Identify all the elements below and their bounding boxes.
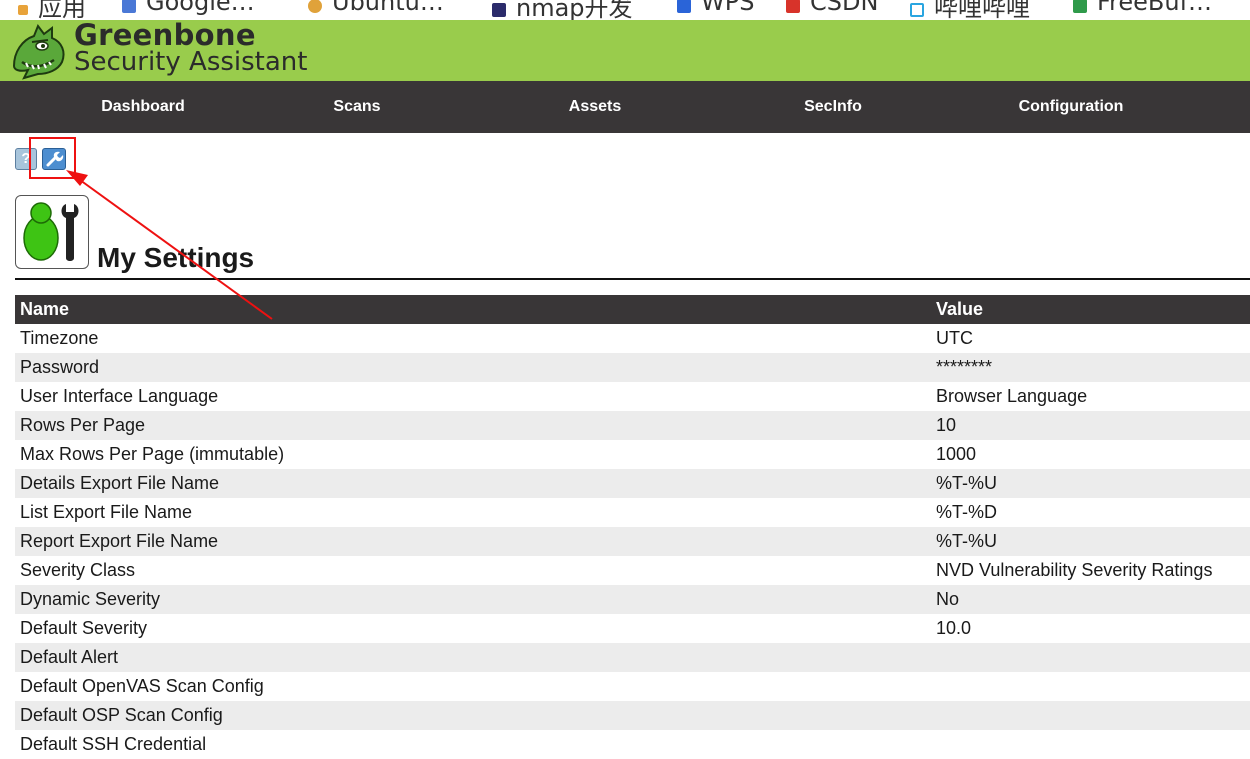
bookmark-freebuf[interactable]: FreeBuf… — [1073, 0, 1212, 16]
setting-value: ******** — [931, 353, 1250, 382]
setting-value: %T-%U — [931, 527, 1250, 556]
bookmark-label: Google… — [146, 0, 255, 16]
setting-value: No — [931, 585, 1250, 614]
table-row: List Export File Name %T-%D — [15, 498, 1250, 527]
table-row: Default OpenVAS Scan Config — [15, 672, 1250, 701]
setting-name: List Export File Name — [15, 498, 931, 527]
setting-value — [931, 701, 1250, 730]
setting-value — [931, 643, 1250, 672]
table-row: User Interface Language Browser Language — [15, 382, 1250, 411]
table-row: Password ******** — [15, 353, 1250, 382]
bookmark-google[interactable]: Google… — [122, 0, 255, 16]
setting-name: Dynamic Severity — [15, 585, 931, 614]
bilibili-icon — [910, 2, 924, 17]
bookmark-apps[interactable]: 应用 — [18, 0, 86, 20]
main-nav: Dashboard Scans Assets SecInfo Configura… — [0, 81, 1250, 133]
bookmark-label: FreeBuf… — [1097, 0, 1213, 16]
setting-value: %T-%U — [931, 469, 1250, 498]
setting-name: Default SSH Credential — [15, 730, 931, 759]
page-title: My Settings — [97, 242, 255, 273]
bookmarks-bar: 应用 Google… Ubuntu… nmap开发 WPS CSDN 哔哩哔哩 … — [0, 0, 1250, 20]
setting-name: Severity Class — [15, 556, 931, 585]
bookmark-label: nmap开发 — [516, 0, 633, 20]
table-row: Dynamic Severity No — [15, 585, 1250, 614]
setting-name: Rows Per Page — [15, 411, 931, 440]
bookmark-ubuntu[interactable]: Ubuntu… — [308, 0, 444, 16]
setting-value: 10 — [931, 411, 1250, 440]
table-row: Default Severity 10.0 — [15, 614, 1250, 643]
setting-name: Password — [15, 353, 931, 382]
nav-scans[interactable]: Scans — [333, 81, 380, 133]
csdn-icon — [786, 0, 800, 13]
setting-name: Default OpenVAS Scan Config — [15, 672, 931, 701]
table-row: Report Export File Name %T-%U — [15, 527, 1250, 556]
bookmark-label: CSDN — [810, 0, 879, 16]
my-settings-icon — [15, 195, 89, 269]
setting-value — [931, 672, 1250, 701]
annotation-highlight-box — [29, 137, 76, 179]
apps-grid-icon — [18, 4, 28, 15]
bookmark-label: 应用 — [38, 0, 86, 20]
setting-name: Default Alert — [15, 643, 931, 672]
table-row: Max Rows Per Page (immutable) 1000 — [15, 440, 1250, 469]
bookmark-bilibili[interactable]: 哔哩哔哩 — [910, 0, 1030, 20]
setting-value: NVD Vulnerability Severity Ratings — [931, 556, 1250, 585]
bookmark-label: 哔哩哔哩 — [934, 0, 1030, 20]
table-header-row: Name Value — [15, 295, 1250, 324]
app-header: Greenbone Security Assistant — [0, 18, 1250, 81]
column-header-name[interactable]: Name — [15, 295, 931, 324]
setting-name: Default Severity — [15, 614, 931, 643]
nmap-icon — [492, 2, 506, 17]
title-divider — [15, 278, 1250, 280]
column-header-value[interactable]: Value — [931, 295, 1250, 324]
setting-name: Report Export File Name — [15, 527, 931, 556]
table-row: Rows Per Page 10 — [15, 411, 1250, 440]
table-row: Default OSP Scan Config — [15, 701, 1250, 730]
ubuntu-icon — [308, 0, 322, 13]
setting-value: 1000 — [931, 440, 1250, 469]
setting-value: Browser Language — [931, 382, 1250, 411]
setting-value — [931, 730, 1250, 759]
bookmark-nmap[interactable]: nmap开发 — [492, 0, 633, 20]
greenbone-dinosaur-logo[interactable] — [8, 22, 70, 80]
table-row: Timezone UTC — [15, 324, 1250, 353]
bookmark-csdn[interactable]: CSDN — [786, 0, 878, 16]
table-row: Details Export File Name %T-%U — [15, 469, 1250, 498]
bookmark-label: Ubuntu… — [332, 0, 444, 16]
nav-assets[interactable]: Assets — [569, 81, 621, 133]
setting-value: %T-%D — [931, 498, 1250, 527]
setting-name: User Interface Language — [15, 382, 931, 411]
setting-value: 10.0 — [931, 614, 1250, 643]
table-row: Default Alert — [15, 643, 1250, 672]
nav-configuration[interactable]: Configuration — [1019, 81, 1124, 133]
nav-secinfo[interactable]: SecInfo — [804, 81, 862, 133]
wps-icon — [677, 0, 691, 13]
settings-table: Name Value Timezone UTC Password ******** … — [15, 295, 1250, 759]
freebuf-icon — [1073, 0, 1087, 13]
nav-dashboard[interactable]: Dashboard — [101, 81, 185, 133]
bookmark-wps[interactable]: WPS — [677, 0, 754, 16]
google-icon — [122, 0, 136, 13]
bookmark-label: WPS — [701, 0, 755, 16]
brand-subtitle: Security Assistant — [74, 47, 308, 77]
setting-value: UTC — [931, 324, 1250, 353]
setting-name: Details Export File Name — [15, 469, 931, 498]
table-row: Severity Class NVD Vulnerability Severity… — [15, 556, 1250, 585]
setting-name: Timezone — [15, 324, 931, 353]
table-row: Default SSH Credential — [15, 730, 1250, 759]
setting-name: Default OSP Scan Config — [15, 701, 931, 730]
setting-name: Max Rows Per Page (immutable) — [15, 440, 931, 469]
